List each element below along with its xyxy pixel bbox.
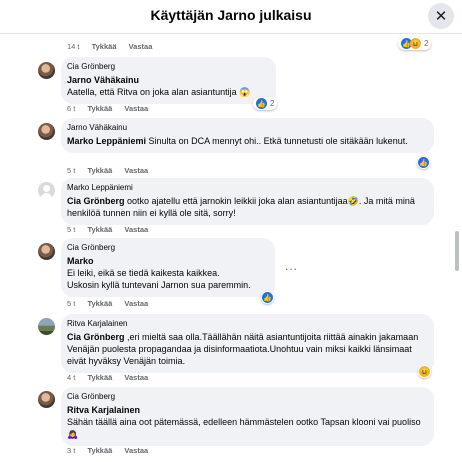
comment-emoji: 🙇‍♀️ [67,429,79,439]
scrollbar[interactable] [452,34,462,462]
haha-reaction-icon: 😆 [410,38,421,49]
comment-bubble: Marko Leppäniemi Cia Grönberg ootko ajat… [61,178,434,225]
comment-actions: 3 t Tykkää Vastaa [67,446,158,455]
comment-text: Ei leiki, eikä se tiedä kaikesta kaikkea… [67,268,220,278]
haha-reaction-icon: 😆 [419,366,430,377]
like-reaction-icon: 👍 [256,98,267,109]
avatar[interactable] [38,318,55,335]
mention[interactable]: Marko [67,256,94,266]
avatar[interactable] [38,182,55,199]
close-button[interactable]: ✕ [428,3,454,29]
comment-time: 5 t [67,166,76,175]
scrollbar-thumb[interactable] [455,231,459,271]
comment-author[interactable]: Cia Grönberg [67,62,267,71]
like-link[interactable]: Tykkää [87,225,112,234]
avatar[interactable] [38,391,55,408]
avatar[interactable] [38,123,55,140]
comment-time: 14 t [67,42,80,51]
reaction-count: 2 [270,99,275,108]
comment-author[interactable]: Ritva Karjalainen [67,319,425,328]
reaction-summary[interactable]: 👍 😆 2 [398,37,432,50]
like-link[interactable]: Tykkää [87,373,112,382]
comment-bubble: Jarno Vähäkainu Marko Leppäniemi Sinulta… [61,118,434,153]
comment-actions: 4 t Tykkää Vastaa [67,373,158,382]
comment-text: Sähän täällä aina oot pätemässä, edellee… [67,417,421,427]
comment-actions: 14 t Tykkää Vastaa [67,42,162,51]
like-link[interactable]: Tykkää [92,42,117,51]
like-reaction-icon: 👍 [418,157,429,168]
comment-bubble: Cia Grönberg Marko Ei leiki, eikä se tie… [61,238,275,297]
comment-text-continued: Uskosin kyllä tuntevani Jarnon sua parem… [67,280,251,290]
comment-actions: 5 t Tykkää Vastaa [67,299,158,308]
comment-bubble: Cia Grönberg Ritva Karjalainen Sähän tää… [61,387,434,446]
comment-bubble: Ritva Karjalainen Cia Grönberg ,eri miel… [61,314,434,373]
like-link[interactable]: Tykkää [87,446,112,455]
reaction-summary[interactable]: 😆 [418,365,431,378]
reply-link[interactable]: Vastaa [124,104,148,113]
reaction-count: 2 [424,39,429,48]
comment-actions: 5 t Tykkää Vastaa [67,225,158,234]
comment-time: 6 t [67,104,76,113]
reply-link[interactable]: Vastaa [124,299,148,308]
mention[interactable]: Jarno Vähäkainu [67,75,139,85]
mention[interactable]: Cia Grönberg [67,196,125,206]
comment-time: 5 t [67,225,76,234]
reaction-summary[interactable]: 👍 [417,156,430,169]
avatar[interactable] [38,62,55,79]
like-link[interactable]: Tykkää [87,299,112,308]
mention[interactable]: Ritva Karjalainen [67,405,140,415]
comment-text: Aatella, että Ritva on joka alan asiantu… [67,87,237,97]
comment-bubble: Cia Grönberg Jarno Vähäkainu Aatella, et… [61,57,276,104]
comment-actions: 6 t Tykkää Vastaa [67,104,158,113]
like-reaction-icon: 👍 [262,292,273,303]
comment-author[interactable]: Cia Grönberg [67,243,266,252]
like-link[interactable]: Tykkää [87,104,112,113]
comment-emoji: 🤣 [347,196,359,206]
more-options-icon[interactable]: ... [285,259,298,273]
dialog-header: Käyttäjän Jarno julkaisu ✕ [0,0,462,34]
comment-author[interactable]: Marko Leppäniemi [67,183,425,192]
comment-text: ootko ajatellu että jarnokin leikkii jok… [127,196,348,206]
reply-link[interactable]: Vastaa [124,225,148,234]
comment-author[interactable]: Cia Grönberg [67,392,425,401]
avatar[interactable] [38,243,55,260]
mention[interactable]: Cia Grönberg [67,332,125,342]
like-link[interactable]: Tykkää [87,166,112,175]
dialog-title: Käyttäjän Jarno julkaisu [150,7,312,23]
mention[interactable]: Marko Leppäniemi [67,136,146,146]
comment-author[interactable]: Jarno Vähäkainu [67,123,425,132]
reply-link[interactable]: Vastaa [129,42,153,51]
reply-link[interactable]: Vastaa [124,373,148,382]
close-icon: ✕ [434,8,448,25]
comment-actions: 5 t Tykkää Vastaa [67,166,158,175]
comments-feed[interactable]: 14 t Tykkää Vastaa 👍 😆 2 Cia Grönberg Ja… [0,34,452,462]
comment-time: 4 t [67,373,76,382]
reply-link[interactable]: Vastaa [124,166,148,175]
comment-text: Sinulta on DCA mennyt ohi.. Etkä tunnetu… [148,136,408,146]
comment-emoji: 😱 [239,87,251,97]
reaction-summary[interactable]: 👍 [261,291,274,304]
comment-time: 3 t [67,446,76,455]
reaction-summary[interactable]: 👍 2 [253,97,278,110]
comment-time: 5 t [67,299,76,308]
reply-link[interactable]: Vastaa [124,446,148,455]
